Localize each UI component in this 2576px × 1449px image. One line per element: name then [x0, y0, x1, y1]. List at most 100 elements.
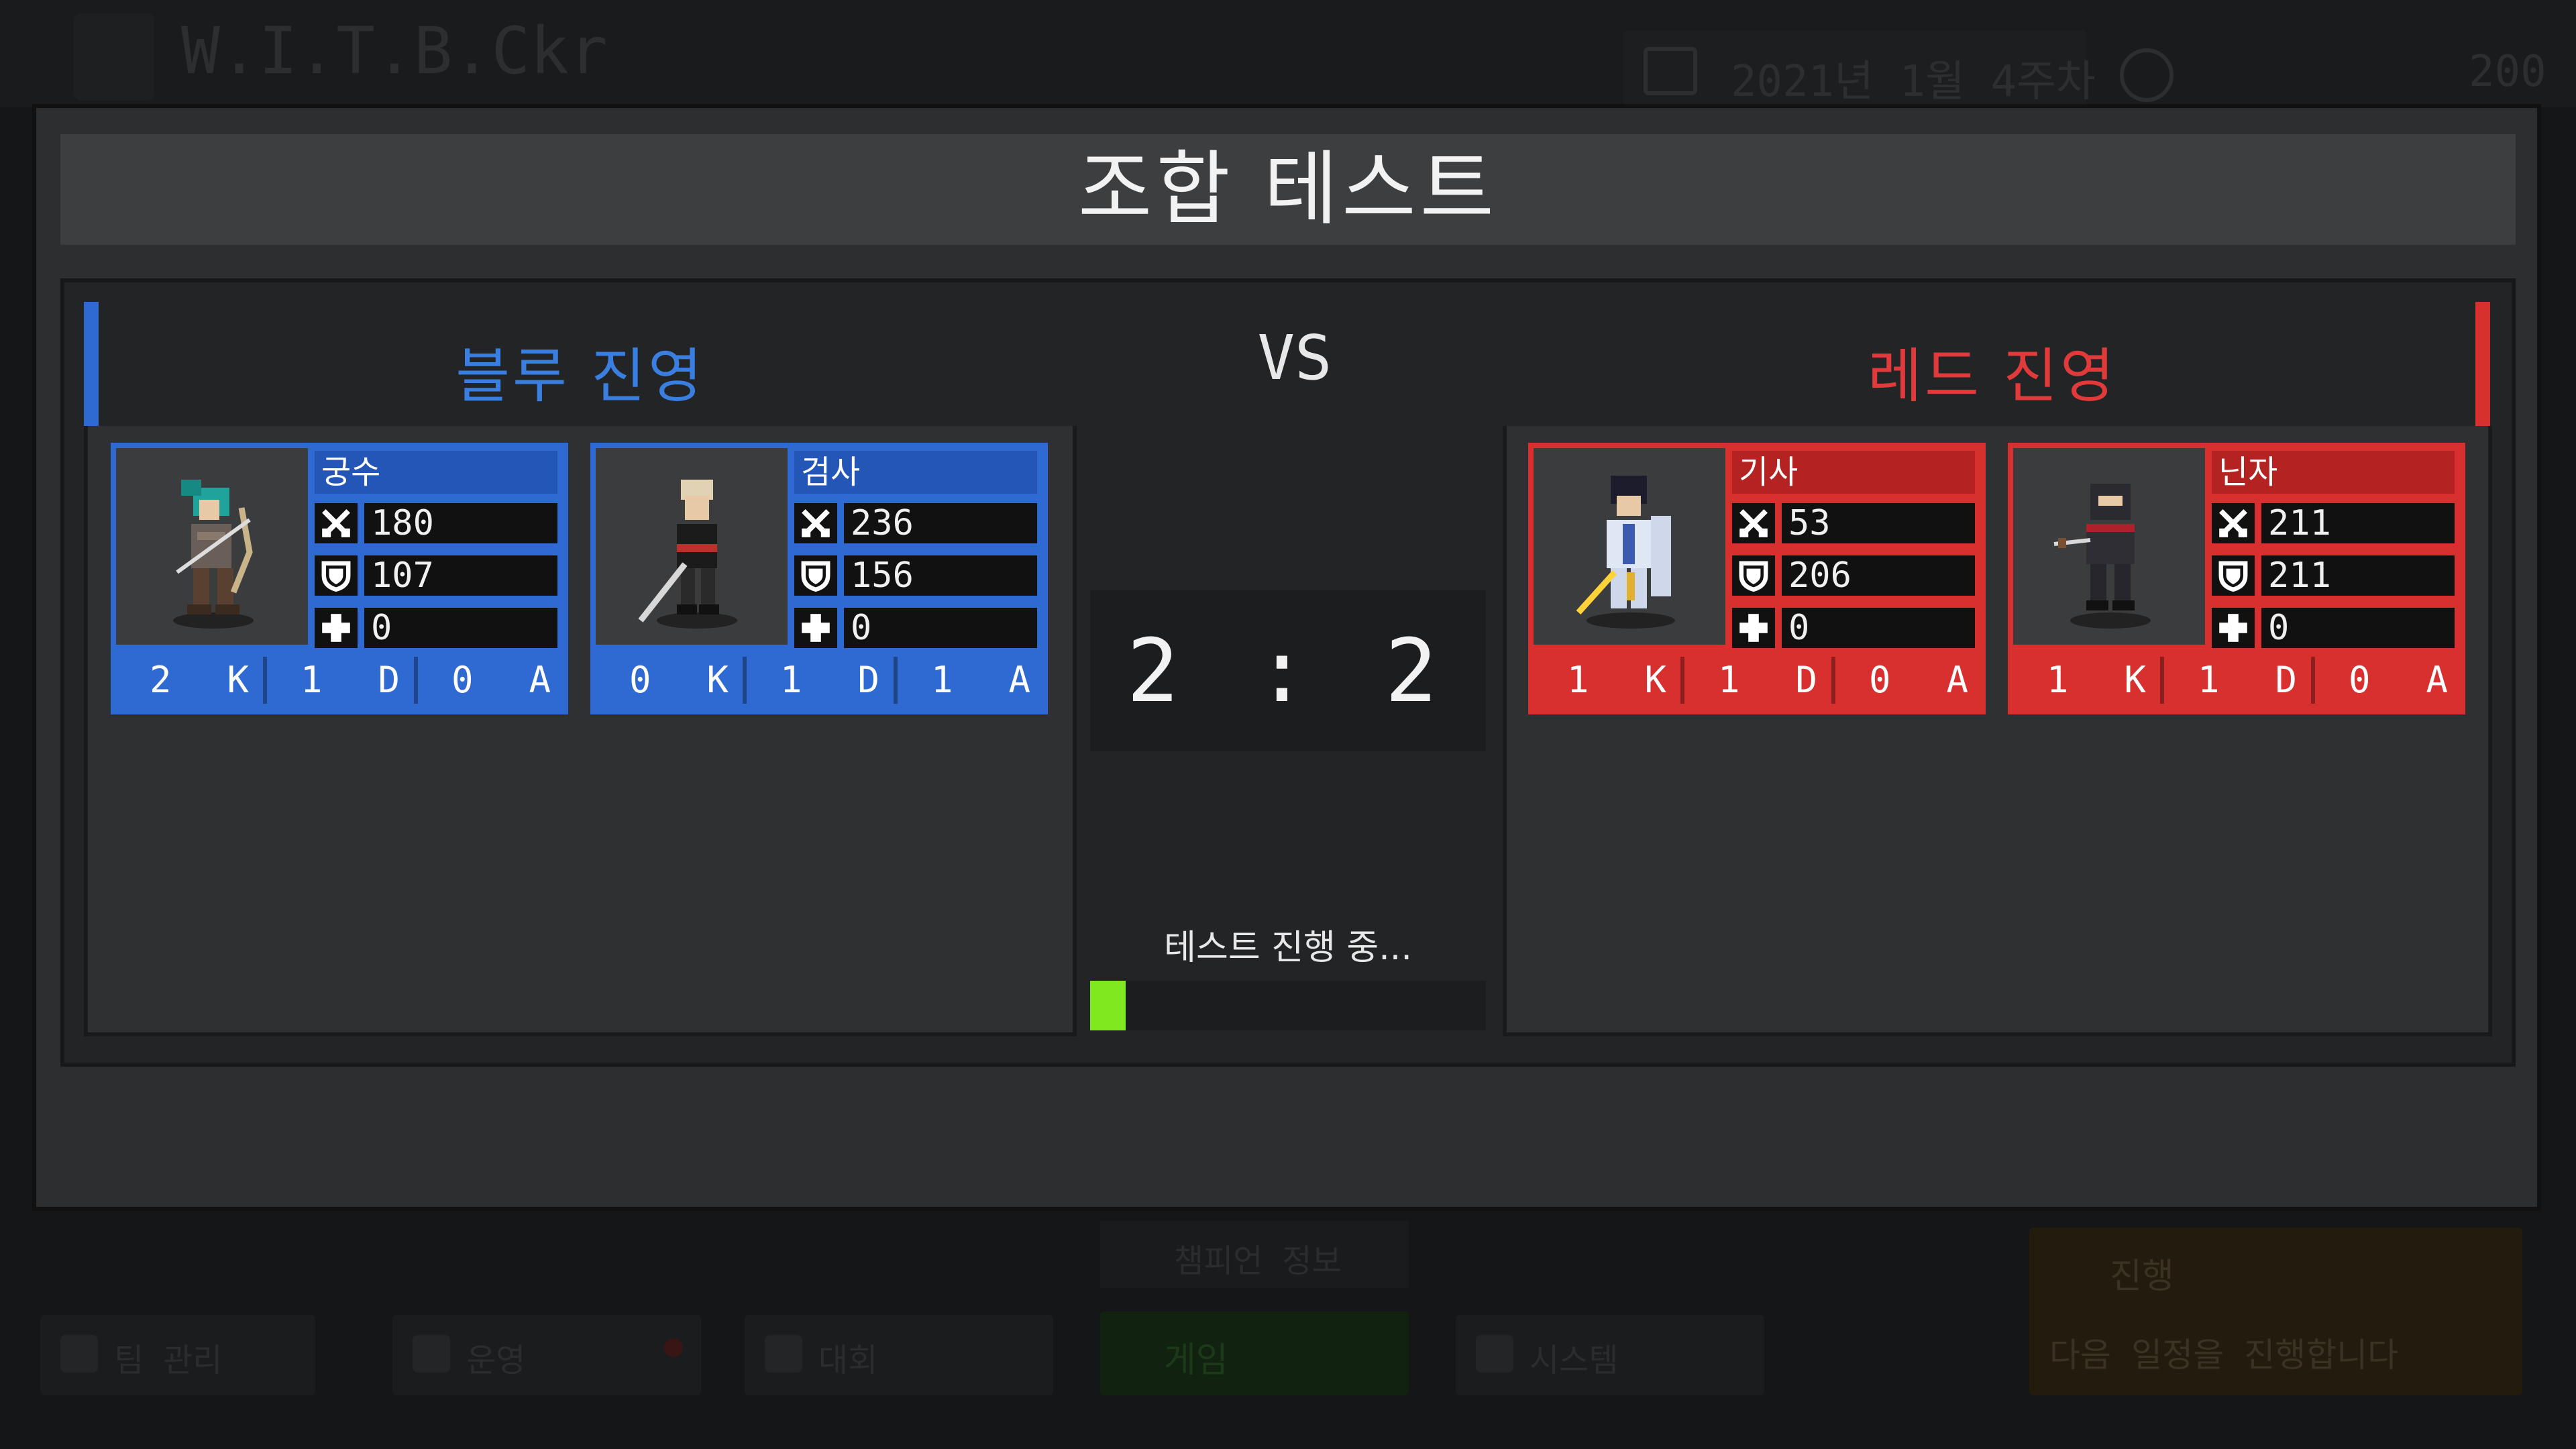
attack-stat: 180: [315, 500, 557, 545]
heal-icon: [1732, 608, 1775, 648]
kills-cell: 1K: [1534, 651, 1678, 709]
heal-stat: 0: [2212, 605, 2455, 649]
attack-value: 53: [1782, 503, 1975, 543]
shield-icon: [2212, 555, 2255, 596]
attack-stat: 236: [794, 500, 1037, 545]
heal-icon: [315, 608, 358, 648]
kills-value: 2: [150, 659, 172, 701]
unit-card[interactable]: 검사 236 156 0 0 K 1 D 1 A: [590, 443, 1048, 714]
unit-sprite: [2050, 472, 2171, 633]
kills-cell: 1K: [2013, 651, 2158, 709]
kills-label: K: [706, 659, 729, 701]
defense-stat: 107: [315, 553, 557, 597]
progress-button[interactable]: 진행 다음 일정을 진행합니다: [2029, 1228, 2522, 1395]
unit-portrait: [2013, 448, 2205, 645]
calendar-icon: [1644, 47, 1697, 95]
attack-value: 180: [364, 503, 557, 543]
defense-value: 156: [844, 555, 1037, 596]
nav-label: 시스템: [1529, 1342, 1619, 1379]
kills-cell: 2K: [116, 651, 261, 709]
unit-portrait: [116, 448, 308, 645]
attack-value: 236: [844, 503, 1037, 543]
deaths-value: 1: [2198, 659, 2220, 701]
attack-stat: 211: [2212, 500, 2455, 545]
attack-value: 211: [2261, 503, 2455, 543]
modal-title: 조합 테스트: [1077, 143, 1499, 236]
nav-label: 게임: [1164, 1340, 1228, 1381]
deaths-value: 1: [1718, 659, 1740, 701]
defense-stat: 211: [2212, 553, 2455, 597]
team-name: W.I.T.B.Ckr: [181, 13, 608, 89]
unit-name: 기사: [1732, 451, 1975, 494]
sword-icon: [2212, 503, 2255, 543]
nav-label: 팀 관리: [114, 1342, 223, 1379]
shield-icon: [1732, 555, 1775, 596]
assists-cell: 1A: [898, 651, 1042, 709]
heal-icon: [794, 608, 837, 648]
nav-system[interactable]: 시스템: [1456, 1315, 1764, 1395]
defense-value: 107: [364, 555, 557, 596]
kda-row: 2K1D0A: [116, 651, 563, 709]
deaths-label: D: [857, 659, 879, 701]
kills-value: 1: [2047, 659, 2069, 701]
assists-value: 1: [931, 659, 953, 701]
assists-cell: 0A: [1835, 651, 1980, 709]
champion-info-button[interactable]: 챔피언 정보: [1100, 1221, 1409, 1288]
money-label: 200: [2469, 47, 2546, 97]
deaths-cell: 1D: [1684, 651, 1829, 709]
kda-row: 0K1D1A: [596, 651, 1042, 709]
nav-team-manage[interactable]: 팀 관리: [40, 1315, 315, 1395]
defense-stat: 206: [1732, 553, 1975, 597]
deaths-value: 1: [301, 659, 323, 701]
sword-icon: [794, 503, 837, 543]
nav-tournament[interactable]: 대회: [745, 1315, 1053, 1395]
unit-card[interactable]: 궁수 180 107 0 2 K 1 D 0 A: [111, 443, 568, 714]
vs-label: VS: [1257, 322, 1332, 394]
unit-name: 궁수: [315, 451, 557, 494]
assists-label: A: [529, 659, 551, 701]
kills-label: K: [2124, 659, 2146, 701]
deaths-value: 1: [780, 659, 802, 701]
defense-value: 211: [2261, 555, 2455, 596]
nav-operation[interactable]: 운영: [392, 1315, 701, 1395]
heal-value: 0: [2261, 608, 2455, 648]
shield-icon: [60, 1335, 98, 1373]
assists-value: 0: [1869, 659, 1891, 701]
nav-label: 대회: [818, 1342, 878, 1379]
shield-icon: [315, 555, 358, 596]
unit-portrait: [596, 448, 788, 645]
assists-value: 0: [2349, 659, 2371, 701]
kda-row: 1K1D0A: [2013, 651, 2460, 709]
heal-icon: [2212, 608, 2255, 648]
coin-icon: [2120, 48, 2174, 102]
heal-stat: 0: [315, 605, 557, 649]
unit-card[interactable]: 닌자 211 211 0 1 K 1 D 0 A: [2008, 443, 2465, 714]
assists-label: A: [1008, 659, 1030, 701]
assists-cell: 0A: [418, 651, 563, 709]
kills-label: K: [1644, 659, 1666, 701]
date-label: 2021년 1월 4주차: [1731, 57, 2096, 107]
unit-card[interactable]: 기사 53 206 0 1 K 1 D 0 A: [1528, 443, 1986, 714]
sword-icon: [315, 503, 358, 543]
trophy-icon: [765, 1335, 802, 1373]
assists-value: 0: [451, 659, 474, 701]
test-progress-bar: [1090, 981, 1486, 1030]
gear-icon: [1476, 1335, 1513, 1373]
deaths-label: D: [2275, 659, 2297, 701]
unit-name: 닌자: [2212, 451, 2455, 494]
assists-label: A: [1946, 659, 1968, 701]
test-progress-fill: [1090, 981, 1126, 1030]
deaths-label: D: [378, 659, 400, 701]
test-status: 테스트 진행 중...: [1164, 928, 1412, 968]
deaths-cell: 1D: [267, 651, 412, 709]
progress-title: 진행: [2110, 1256, 2174, 1297]
sword-icon: [1732, 503, 1775, 543]
defense-value: 206: [1782, 555, 1975, 596]
heal-value: 0: [364, 608, 557, 648]
kills-value: 1: [1567, 659, 1589, 701]
kda-row: 1K1D0A: [1534, 651, 1980, 709]
kills-value: 0: [629, 659, 651, 701]
red-side-title: 레드 진영: [1868, 341, 2117, 411]
nav-game[interactable]: 게임: [1100, 1311, 1409, 1395]
clipboard-icon: [413, 1335, 450, 1373]
